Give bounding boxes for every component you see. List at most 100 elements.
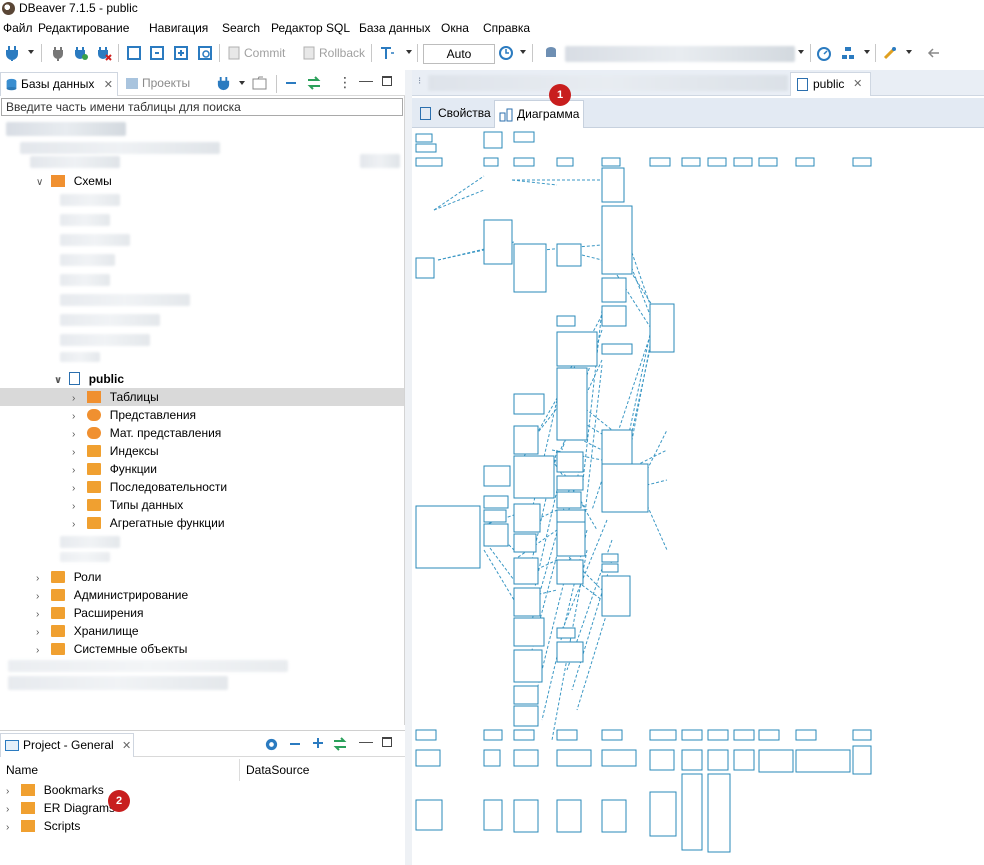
link-with-editor-icon[interactable] — [332, 737, 348, 751]
active-datasource-selector-blurred[interactable] — [565, 46, 795, 62]
sql-editor-icon[interactable] — [126, 45, 142, 61]
link-with-editor-icon[interactable] — [306, 76, 322, 90]
open-sql-script-icon[interactable] — [149, 45, 165, 61]
blurred-schema[interactable] — [60, 294, 190, 306]
menu-edit[interactable]: Редактирование — [38, 21, 129, 35]
editor-tab-public[interactable]: public ✕ — [790, 72, 872, 96]
close-tab-icon[interactable]: ✕ — [104, 79, 113, 91]
sql-search-icon[interactable] — [197, 45, 213, 61]
blurred-schema[interactable] — [60, 274, 110, 286]
table-search-input[interactable]: Введите часть имени таблицы для поиска — [1, 98, 403, 116]
blurred-schema[interactable] — [60, 194, 120, 206]
view-menu-icon[interactable]: ⋮ — [338, 74, 352, 91]
menu-file[interactable]: Файл — [3, 21, 33, 35]
active-datasource-icon[interactable] — [543, 45, 559, 61]
blurred-connection-node[interactable] — [20, 142, 220, 154]
reconnect-icon[interactable] — [73, 45, 89, 61]
transaction-mode-icon[interactable] — [379, 45, 395, 61]
blurred-schema[interactable] — [60, 536, 120, 548]
rollback-icon[interactable] — [301, 45, 317, 61]
blurred-editor-tabs[interactable] — [428, 75, 788, 91]
column-header-name[interactable]: Name — [6, 763, 38, 777]
minimize-icon[interactable]: — — [359, 733, 373, 749]
active-datasource-dropdown-icon[interactable] — [798, 50, 804, 54]
new-connection-dropdown-icon[interactable] — [28, 50, 34, 54]
tree-item-tables[interactable]: › Таблицы — [72, 388, 159, 406]
tree-item-roles[interactable]: › Роли — [36, 568, 101, 586]
maximize-icon[interactable] — [382, 76, 392, 86]
subtab-properties[interactable]: Свойства — [416, 100, 491, 128]
blurred-schema[interactable] — [60, 314, 160, 326]
gear-icon[interactable] — [264, 737, 279, 752]
tree-item-views[interactable]: › Представления — [72, 406, 196, 424]
tree-item-indexes[interactable]: › Индексы — [72, 442, 159, 460]
minimize-icon[interactable]: — — [359, 72, 373, 88]
navigate-back-icon[interactable] — [925, 45, 941, 61]
commit-button[interactable]: Commit — [244, 46, 285, 60]
tree-item-administration[interactable]: › Администрирование — [36, 586, 188, 604]
menu-database[interactable]: База данных — [359, 21, 430, 35]
tree-item-system-objects[interactable]: › Системные объекты — [36, 640, 187, 658]
menu-navigation[interactable]: Навигация — [149, 21, 208, 35]
schema-selector-icon[interactable] — [840, 45, 856, 61]
blurred-schema[interactable] — [60, 214, 110, 226]
collapse-all-icon[interactable] — [288, 737, 302, 751]
new-connection-icon[interactable] — [216, 76, 231, 91]
pane-splitter[interactable] — [405, 70, 412, 865]
transaction-mode-field[interactable]: Auto — [423, 44, 495, 64]
column-header-datasource[interactable]: DataSource — [246, 763, 309, 777]
chevron-right-icon[interactable]: › — [36, 642, 48, 660]
new-connection-icon[interactable] — [4, 45, 20, 61]
blurred-schema[interactable] — [60, 552, 110, 562]
blurred-schema[interactable] — [60, 352, 100, 362]
menu-sql-editor[interactable]: Редактор SQL — [271, 21, 350, 35]
tab-list-icon[interactable]: ⁝ — [418, 76, 421, 87]
tree-item-extensions[interactable]: › Расширения — [36, 604, 143, 622]
transaction-mode-dropdown-icon[interactable] — [406, 50, 412, 54]
chevron-right-icon[interactable]: › — [6, 819, 18, 837]
tab-projects[interactable]: Проекты — [124, 72, 190, 96]
er-diagram-canvas[interactable] — [412, 130, 984, 865]
chevron-right-icon[interactable]: › — [72, 516, 84, 534]
commit-icon[interactable] — [226, 45, 242, 61]
schema-selector-dropdown-icon[interactable] — [864, 50, 870, 54]
tools-dropdown-icon[interactable] — [906, 50, 912, 54]
tree-item-storage[interactable]: › Хранилище — [36, 622, 139, 640]
connect-icon[interactable] — [50, 45, 66, 61]
subtab-diagram[interactable]: Диаграмма — [494, 100, 584, 128]
blurred-schema[interactable] — [60, 254, 115, 266]
dashboard-icon[interactable] — [816, 45, 832, 61]
blurred-connection-node[interactable] — [6, 122, 126, 136]
add-icon[interactable] — [311, 736, 325, 750]
transaction-log-icon[interactable] — [498, 45, 514, 61]
menu-help[interactable]: Справка — [483, 21, 530, 35]
disconnect-icon[interactable] — [96, 45, 112, 61]
blurred-connection-node[interactable] — [8, 676, 228, 690]
new-connection-dropdown-icon[interactable] — [239, 81, 245, 85]
project-item-scripts[interactable]: › Scripts — [6, 817, 80, 835]
transaction-log-dropdown-icon[interactable] — [520, 50, 526, 54]
tree-item-data-types[interactable]: › Типы данных — [72, 496, 183, 514]
tools-icon[interactable] — [882, 45, 898, 61]
close-tab-icon[interactable]: ✕ — [853, 73, 862, 95]
blurred-schema[interactable] — [60, 334, 150, 346]
tree-item-schemas[interactable]: ∨ Схемы — [36, 172, 112, 190]
tab-databases[interactable]: Базы данных ✕ — [0, 72, 118, 96]
close-tab-icon[interactable]: ✕ — [122, 740, 131, 752]
menu-search[interactable]: Search — [222, 21, 260, 35]
blurred-schema[interactable] — [60, 234, 130, 246]
collapse-all-icon[interactable] — [284, 76, 298, 90]
chevron-down-icon[interactable]: ∨ — [36, 174, 48, 192]
maximize-icon[interactable] — [382, 737, 392, 747]
project-item-er-diagrams[interactable]: › ER Diagrams — [6, 799, 115, 817]
tree-item-aggregate-functions[interactable]: › Агрегатные функции — [72, 514, 225, 532]
new-sql-script-icon[interactable] — [173, 45, 189, 61]
tree-item-public[interactable]: ∨ public — [54, 370, 124, 388]
tree-item-sequences[interactable]: › Последовательности — [72, 478, 227, 496]
rollback-button[interactable]: Rollback — [319, 46, 365, 60]
new-folder-icon[interactable] — [252, 76, 268, 90]
tree-item-functions[interactable]: › Функции — [72, 460, 157, 478]
project-item-bookmarks[interactable]: › Bookmarks — [6, 781, 104, 799]
blurred-database-node[interactable] — [30, 156, 120, 168]
tree-item-materialized-views[interactable]: › Мат. представления — [72, 424, 221, 442]
